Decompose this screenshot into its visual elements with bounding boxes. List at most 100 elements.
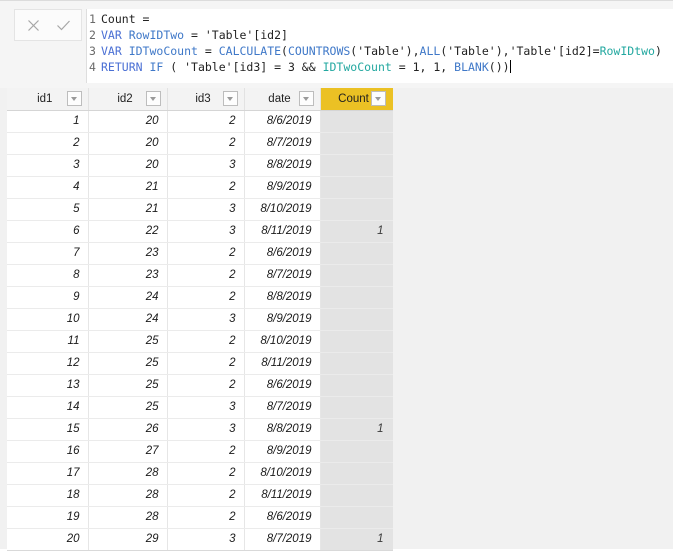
- cell-Count[interactable]: [320, 242, 393, 265]
- table-row[interactable]: 3 20 3 8/8/2019: [7, 154, 393, 177]
- cell-id3[interactable]: 3: [167, 198, 245, 221]
- cell-id3[interactable]: 3: [167, 154, 245, 177]
- cell-id3[interactable]: 2: [167, 506, 245, 529]
- cell-id3[interactable]: 3: [167, 418, 245, 441]
- cell-id1[interactable]: 19: [7, 506, 89, 529]
- cell-id3[interactable]: 2: [167, 330, 245, 353]
- cell-id3[interactable]: 3: [167, 308, 245, 331]
- cell-id3[interactable]: 2: [167, 440, 245, 463]
- cell-date[interactable]: 8/7/2019: [244, 528, 321, 551]
- cell-id1[interactable]: 16: [7, 440, 89, 463]
- cell-id2[interactable]: 24: [88, 308, 168, 331]
- cell-id1[interactable]: 11: [7, 330, 89, 353]
- cell-id3[interactable]: 3: [167, 528, 245, 551]
- cell-id3[interactable]: 2: [167, 484, 245, 507]
- cell-Count[interactable]: 1: [320, 220, 393, 243]
- cell-Count[interactable]: 1: [320, 528, 393, 551]
- cell-id2[interactable]: 21: [88, 198, 168, 221]
- cell-id2[interactable]: 25: [88, 374, 168, 397]
- cell-date[interactable]: 8/8/2019: [244, 418, 321, 441]
- cell-date[interactable]: 8/11/2019: [244, 484, 321, 507]
- cell-Count[interactable]: [320, 132, 393, 155]
- close-x-icon[interactable]: [18, 11, 48, 39]
- cell-date[interactable]: 8/8/2019: [244, 286, 321, 309]
- cell-date[interactable]: 8/6/2019: [244, 110, 321, 133]
- cell-id3[interactable]: 2: [167, 132, 245, 155]
- cell-id1[interactable]: 6: [7, 220, 89, 243]
- dax-formula-editor[interactable]: 1 Count = 2 VAR RowIDTwo = 'Table'[id2] 3 VAR…: [86, 9, 673, 83]
- cell-Count[interactable]: 1: [320, 418, 393, 441]
- cell-date[interactable]: 8/9/2019: [244, 440, 321, 463]
- cell-id3[interactable]: 2: [167, 176, 245, 199]
- cell-id3[interactable]: 2: [167, 462, 245, 485]
- cell-id2[interactable]: 29: [88, 528, 168, 551]
- cell-id1[interactable]: 12: [7, 352, 89, 375]
- cell-date[interactable]: 8/11/2019: [244, 220, 321, 243]
- cell-date[interactable]: 8/7/2019: [244, 264, 321, 287]
- cell-id1[interactable]: 20: [7, 528, 89, 551]
- table-row[interactable]: 10 24 3 8/9/2019: [7, 308, 393, 331]
- column-header-id3[interactable]: id3: [167, 88, 245, 111]
- cell-id2[interactable]: 28: [88, 462, 168, 485]
- cell-id2[interactable]: 20: [88, 110, 168, 133]
- cell-id1[interactable]: 3: [7, 154, 89, 177]
- cell-Count[interactable]: [320, 308, 393, 331]
- cell-id2[interactable]: 20: [88, 132, 168, 155]
- column-header-id2[interactable]: id2: [88, 88, 168, 111]
- cell-id1[interactable]: 14: [7, 396, 89, 419]
- column-header-id1[interactable]: id1: [7, 88, 89, 111]
- cell-id2[interactable]: 24: [88, 286, 168, 309]
- cell-Count[interactable]: [320, 110, 393, 133]
- cell-id1[interactable]: 4: [7, 176, 89, 199]
- cell-id1[interactable]: 2: [7, 132, 89, 155]
- cell-id1[interactable]: 17: [7, 462, 89, 485]
- table-row[interactable]: 8 23 2 8/7/2019: [7, 264, 393, 287]
- cell-Count[interactable]: [320, 396, 393, 419]
- cell-date[interactable]: 8/8/2019: [244, 154, 321, 177]
- column-header-Count[interactable]: Count: [320, 88, 393, 111]
- cell-id3[interactable]: 2: [167, 286, 245, 309]
- cell-Count[interactable]: [320, 374, 393, 397]
- cell-id2[interactable]: 27: [88, 440, 168, 463]
- cell-date[interactable]: 8/6/2019: [244, 506, 321, 529]
- table-row[interactable]: 4 21 2 8/9/2019: [7, 176, 393, 199]
- cell-id3[interactable]: 3: [167, 220, 245, 243]
- cell-Count[interactable]: [320, 440, 393, 463]
- cell-id2[interactable]: 23: [88, 242, 168, 265]
- cell-id2[interactable]: 22: [88, 220, 168, 243]
- chevron-down-icon[interactable]: [370, 91, 386, 107]
- table-row[interactable]: 2 20 2 8/7/2019: [7, 132, 393, 155]
- cell-id2[interactable]: 28: [88, 506, 168, 529]
- cell-id3[interactable]: 3: [167, 396, 245, 419]
- cell-Count[interactable]: [320, 198, 393, 221]
- cell-id1[interactable]: 9: [7, 286, 89, 309]
- cell-id3[interactable]: 2: [167, 264, 245, 287]
- cell-id3[interactable]: 2: [167, 352, 245, 375]
- chevron-down-icon[interactable]: [66, 91, 82, 107]
- cell-id2[interactable]: 25: [88, 330, 168, 353]
- cell-date[interactable]: 8/11/2019: [244, 352, 321, 375]
- cell-Count[interactable]: [320, 176, 393, 199]
- chevron-down-icon[interactable]: [222, 91, 238, 107]
- cell-date[interactable]: 8/9/2019: [244, 176, 321, 199]
- table-row[interactable]: 16 27 2 8/9/2019: [7, 440, 393, 463]
- chevron-down-icon[interactable]: [298, 91, 314, 107]
- table-row[interactable]: 17 28 2 8/10/2019: [7, 462, 393, 485]
- table-row[interactable]: 5 21 3 8/10/2019: [7, 198, 393, 221]
- cell-Count[interactable]: [320, 484, 393, 507]
- cell-Count[interactable]: [320, 506, 393, 529]
- cell-date[interactable]: 8/6/2019: [244, 242, 321, 265]
- cell-id1[interactable]: 5: [7, 198, 89, 221]
- table-row[interactable]: 7 23 2 8/6/2019: [7, 242, 393, 265]
- cell-Count[interactable]: [320, 330, 393, 353]
- cell-id2[interactable]: 21: [88, 176, 168, 199]
- cell-Count[interactable]: [320, 286, 393, 309]
- cell-Count[interactable]: [320, 154, 393, 177]
- table-row[interactable]: 20 29 3 8/7/2019 1: [7, 528, 393, 551]
- table-row[interactable]: 11 25 2 8/10/2019: [7, 330, 393, 353]
- cell-id2[interactable]: 28: [88, 484, 168, 507]
- cell-id2[interactable]: 20: [88, 154, 168, 177]
- cell-Count[interactable]: [320, 264, 393, 287]
- column-header-date[interactable]: date: [244, 88, 321, 111]
- table-row[interactable]: 1 20 2 8/6/2019: [7, 110, 393, 133]
